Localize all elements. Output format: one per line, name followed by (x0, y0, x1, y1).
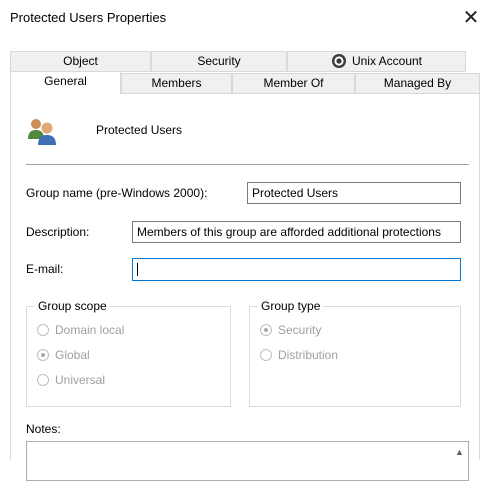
tab-label: Member Of (263, 76, 324, 90)
tab-label: General (44, 74, 87, 88)
radio-button-selected (260, 324, 272, 336)
radio-button-selected (37, 349, 49, 361)
tab-security[interactable]: Security (151, 51, 287, 72)
email-field[interactable] (132, 258, 461, 281)
title-bar: Protected Users Properties ✕ (0, 0, 493, 36)
description-label: Description: (26, 225, 90, 239)
radio-button (37, 324, 49, 336)
tab-label: Members (151, 76, 202, 90)
group-display-name: Protected Users (96, 123, 183, 137)
radio-domain-local[interactable]: Domain local (37, 323, 124, 337)
tab-label: Security (197, 54, 241, 68)
group-scope-legend: Group scope (35, 299, 110, 313)
tab-unix-account[interactable]: Unix Account (287, 51, 466, 72)
close-icon[interactable]: ✕ (457, 5, 485, 31)
users-group-icon (28, 119, 56, 145)
text-cursor (137, 263, 138, 276)
radio-label: Distribution (278, 348, 339, 362)
group-scope-box: Group scope Domain local Global Universa… (26, 299, 231, 407)
tab-label: Managed By (383, 76, 452, 90)
group-name-field[interactable]: Protected Users (247, 182, 461, 204)
tab-general[interactable]: General (10, 71, 121, 94)
notes-label: Notes: (26, 422, 61, 436)
group-name-label: Group name (pre-Windows 2000): (26, 186, 208, 200)
general-tab-panel: Protected Users Group name (pre-Windows … (10, 93, 480, 481)
tab-managed-by[interactable]: Managed By (355, 73, 480, 94)
notes-field[interactable]: ▲ (26, 441, 469, 481)
tab-members[interactable]: Members (121, 73, 232, 94)
tab-object[interactable]: Object (10, 51, 151, 72)
group-type-legend: Group type (258, 299, 324, 313)
tab-label: Object (63, 54, 98, 68)
radio-global[interactable]: Global (37, 348, 90, 362)
group-type-box: Group type Security Distribution (249, 299, 461, 407)
tab-member-of[interactable]: Member Of (232, 73, 355, 94)
window-title: Protected Users Properties (10, 10, 167, 25)
radio-distribution[interactable]: Distribution (260, 348, 338, 362)
description-field[interactable]: Members of this group are afforded addit… (132, 221, 461, 243)
radio-universal[interactable]: Universal (37, 373, 105, 387)
radio-button (260, 349, 272, 361)
radio-label: Security (278, 323, 322, 337)
scroll-up-arrow-icon[interactable]: ▲ (453, 446, 466, 458)
radio-label: Universal (55, 373, 106, 387)
radio-button (37, 374, 49, 386)
header-separator (26, 164, 469, 165)
tab-label: Unix Account (351, 54, 423, 68)
unix-account-icon (331, 54, 346, 68)
radio-label: Global (55, 348, 90, 362)
email-label: E-mail: (26, 262, 64, 276)
radio-security[interactable]: Security (260, 323, 321, 337)
radio-label: Domain local (55, 323, 125, 337)
